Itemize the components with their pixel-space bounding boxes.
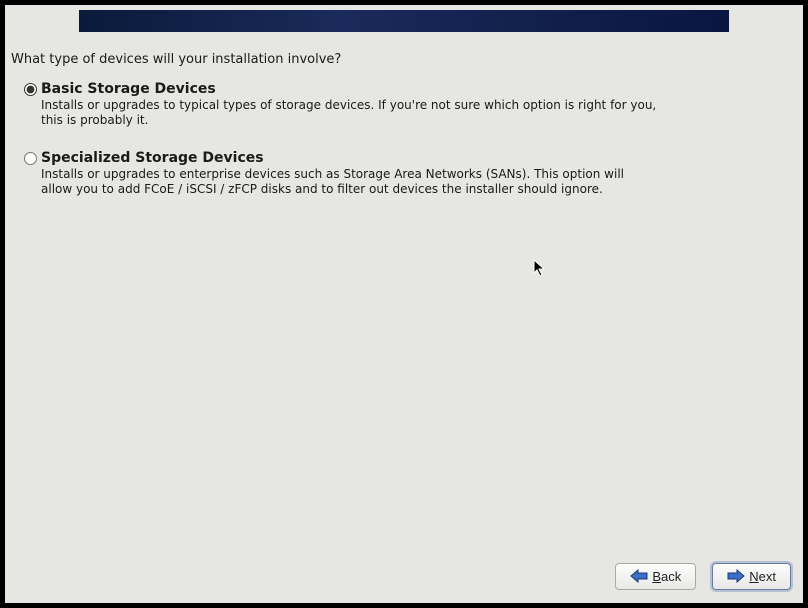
radio-basic-storage[interactable] <box>24 83 37 96</box>
header-banner <box>79 10 729 32</box>
radio-wrap <box>19 150 41 165</box>
prompt-text: What type of devices will your installat… <box>11 52 797 67</box>
back-label: Back <box>652 569 681 584</box>
installer-window: What type of devices will your installat… <box>5 5 803 603</box>
footer-bar: Back Next <box>5 555 803 603</box>
option-text: Specialized Storage Devices Installs or … <box>41 150 797 197</box>
storage-options-group: Basic Storage Devices Installs or upgrad… <box>11 81 797 197</box>
arrow-left-icon <box>630 569 648 583</box>
next-label: Next <box>749 569 776 584</box>
arrow-right-icon <box>727 569 745 583</box>
option-text: Basic Storage Devices Installs or upgrad… <box>41 81 797 128</box>
option-specialized-title: Specialized Storage Devices <box>41 150 657 166</box>
radio-wrap <box>19 81 41 96</box>
option-basic-title: Basic Storage Devices <box>41 81 657 97</box>
option-basic-storage[interactable]: Basic Storage Devices Installs or upgrad… <box>19 81 797 128</box>
content-area: What type of devices will your installat… <box>5 32 803 555</box>
option-specialized-desc: Installs or upgrades to enterprise devic… <box>41 167 657 197</box>
back-button[interactable]: Back <box>615 563 696 590</box>
option-basic-desc: Installs or upgrades to typical types of… <box>41 98 657 128</box>
next-button[interactable]: Next <box>712 563 791 590</box>
radio-specialized-storage[interactable] <box>24 152 37 165</box>
option-specialized-storage[interactable]: Specialized Storage Devices Installs or … <box>19 150 797 197</box>
